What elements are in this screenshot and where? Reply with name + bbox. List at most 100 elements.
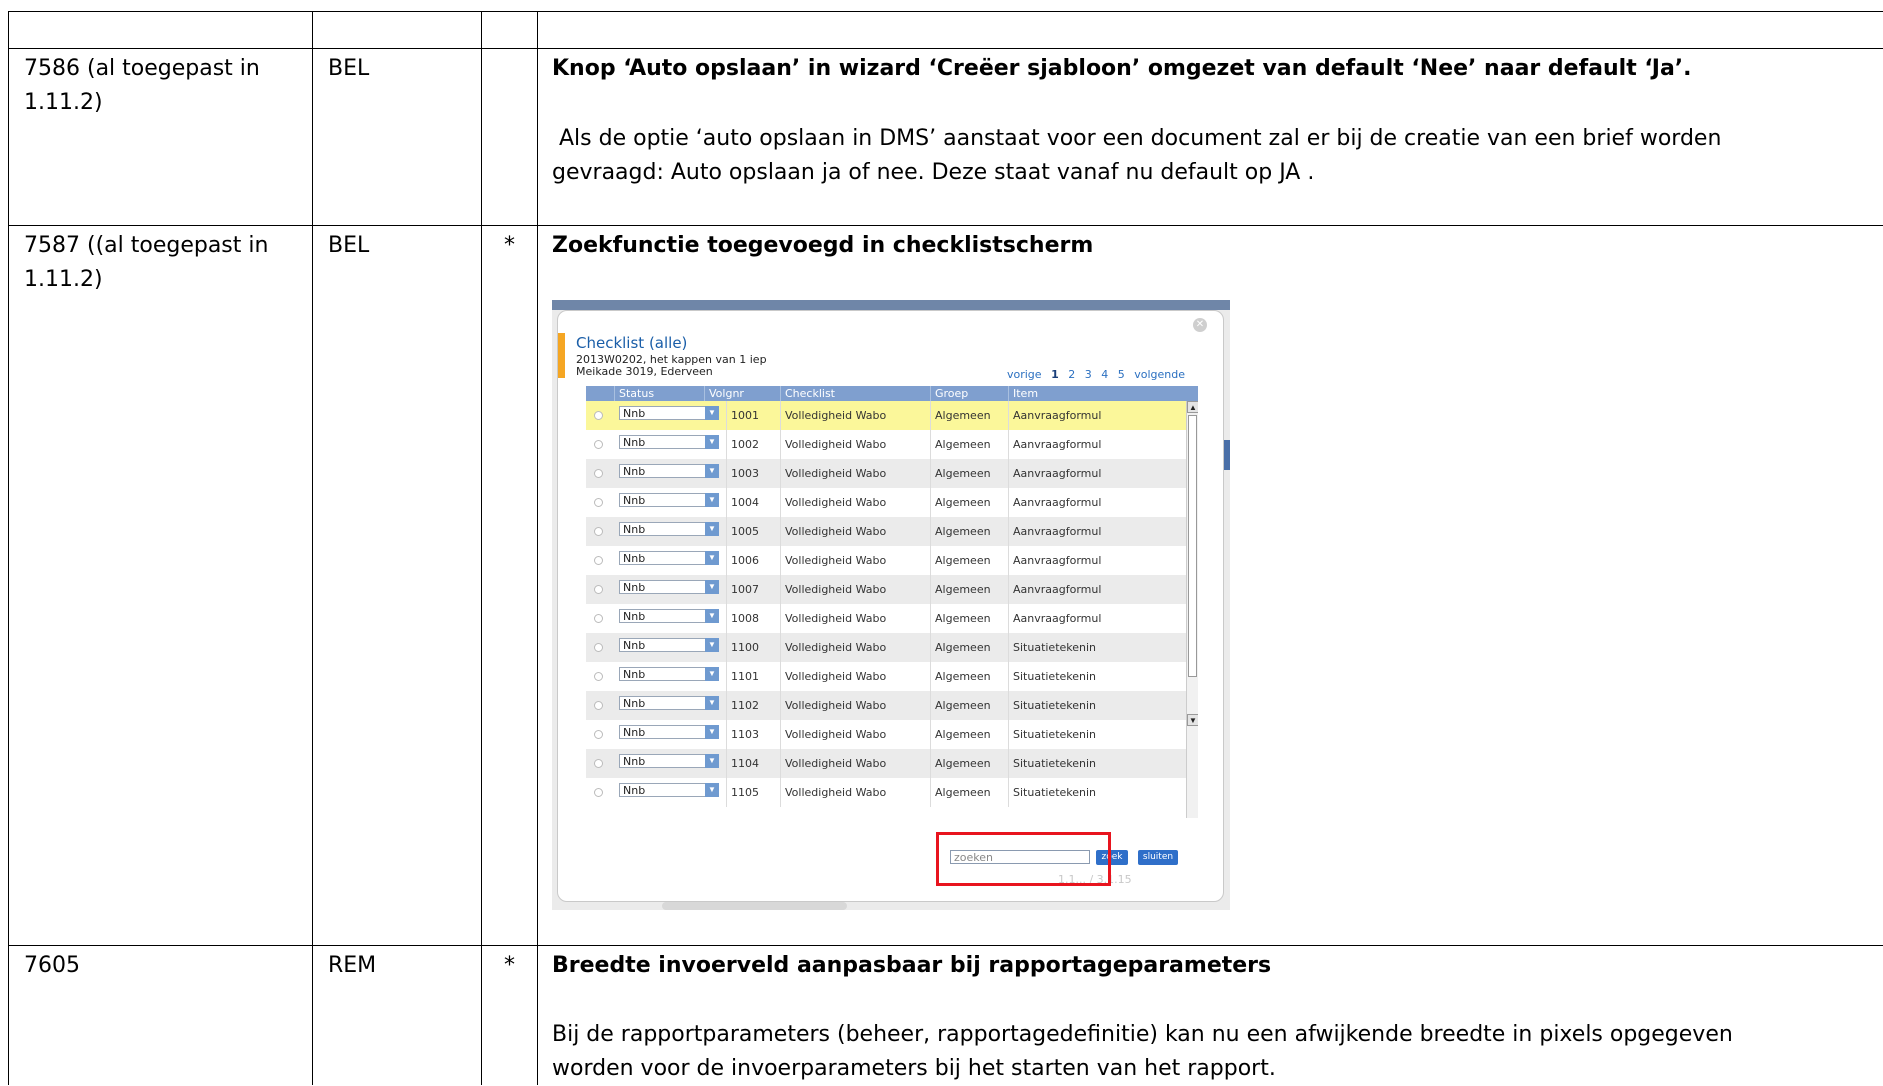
cell-groep: Algemeen	[930, 488, 1008, 517]
row-select-radio[interactable]	[594, 527, 603, 536]
chevron-down-icon[interactable]: ▼	[705, 522, 719, 536]
chevron-down-icon[interactable]: ▼	[705, 493, 719, 507]
table-row[interactable]: Nnb ▼ 1003 Volledigheid Wabo Algemeen Aanvraa…	[586, 459, 1186, 488]
chevron-down-icon[interactable]: ▼	[705, 464, 719, 478]
table-row[interactable]: Nnb ▼ 1007 Volledigheid Wabo Algemeen Aanvraa…	[586, 575, 1186, 604]
table-row[interactable]: Nnb ▼ 1105 Volledigheid Wabo Algemeen Situati…	[586, 778, 1186, 807]
table-top-border	[8, 11, 1883, 12]
table-row[interactable]: Nnb ▼ 1001 Volledigheid Wabo Algemeen Aanvraa…	[586, 401, 1186, 430]
change-description-cont: gevraagd: Auto opslaan ja of nee. Deze s…	[552, 160, 1315, 185]
close-button[interactable]: sluiten	[1138, 850, 1178, 865]
cell-checklist: Volledigheid Wabo	[780, 778, 930, 807]
chevron-down-icon[interactable]: ▼	[705, 667, 719, 681]
status-select[interactable]: Nnb	[619, 638, 715, 652]
status-select[interactable]: Nnb	[619, 580, 715, 594]
status-select[interactable]: Nnb	[619, 609, 715, 623]
column-header-checklist[interactable]: Checklist	[780, 386, 930, 401]
title-accent-bar	[558, 333, 565, 378]
row-divider	[8, 945, 1883, 946]
scroll-down-icon[interactable]: ▼	[1187, 714, 1198, 726]
cell-groep: Algemeen	[930, 546, 1008, 575]
column-divider	[481, 11, 482, 1085]
chevron-down-icon[interactable]: ▼	[705, 754, 719, 768]
table-row[interactable]: Nnb ▼ 1100 Volledigheid Wabo Algemeen Situati…	[586, 633, 1186, 662]
column-header-item[interactable]: Item	[1008, 386, 1186, 401]
row-select-radio[interactable]	[594, 411, 603, 420]
row-select-radio[interactable]	[594, 759, 603, 768]
cell-groep: Algemeen	[930, 459, 1008, 488]
status-select[interactable]: Nnb	[619, 667, 715, 681]
pager-page-3[interactable]: 3	[1085, 368, 1092, 381]
status-select[interactable]: Nnb	[619, 435, 715, 449]
pager-page-4[interactable]: 4	[1101, 368, 1108, 381]
app-topbar	[552, 300, 1230, 310]
taskbar-remnant	[662, 902, 847, 910]
scroll-thumb[interactable]	[1188, 415, 1197, 677]
cell-item: Aanvraagformul	[1008, 604, 1186, 633]
change-title: Knop ‘Auto opslaan’ in wizard ‘Creëer sj…	[552, 56, 1692, 81]
table-row[interactable]: Nnb ▼ 1101 Volledigheid Wabo Algemeen Situati…	[586, 662, 1186, 691]
grid-scrollbar[interactable]: ▲ ▼	[1186, 401, 1198, 818]
row-select-radio[interactable]	[594, 643, 603, 652]
cell-checklist: Volledigheid Wabo	[780, 430, 930, 459]
dialog-subtitle-address: Meikade 3019, Ederveen	[576, 365, 713, 378]
cell-item: Aanvraagformul	[1008, 517, 1186, 546]
table-row[interactable]: Nnb ▼ 1103 Volledigheid Wabo Algemeen Situati…	[586, 720, 1186, 749]
cell-checklist: Volledigheid Wabo	[780, 517, 930, 546]
pager-page-5[interactable]: 5	[1118, 368, 1125, 381]
status-select[interactable]: Nnb	[619, 464, 715, 478]
column-divider	[312, 11, 313, 1085]
cell-checklist: Volledigheid Wabo	[780, 401, 930, 430]
chevron-down-icon[interactable]: ▼	[705, 580, 719, 594]
row-select-radio[interactable]	[594, 556, 603, 565]
cell-groep: Algemeen	[930, 778, 1008, 807]
chevron-down-icon[interactable]: ▼	[705, 435, 719, 449]
row-select-radio[interactable]	[594, 440, 603, 449]
status-select[interactable]: Nnb	[619, 493, 715, 507]
status-select[interactable]: Nnb	[619, 522, 715, 536]
module-code: REM	[328, 953, 377, 978]
pager-next-link[interactable]: volgende	[1134, 368, 1185, 381]
row-select-radio[interactable]	[594, 469, 603, 478]
table-row[interactable]: Nnb ▼ 1006 Volledigheid Wabo Algemeen Aanvraa…	[586, 546, 1186, 575]
pager-prev-link[interactable]: vorige	[1007, 368, 1042, 381]
cell-item: Aanvraagformul	[1008, 459, 1186, 488]
row-select-radio[interactable]	[594, 498, 603, 507]
cell-groep: Algemeen	[930, 401, 1008, 430]
row-select-radio[interactable]	[594, 730, 603, 739]
table-row[interactable]: Nnb ▼ 1004 Volledigheid Wabo Algemeen Aanvraa…	[586, 488, 1186, 517]
cell-checklist: Volledigheid Wabo	[780, 662, 930, 691]
table-row[interactable]: Nnb ▼ 1104 Volledigheid Wabo Algemeen Situati…	[586, 749, 1186, 778]
row-select-radio[interactable]	[594, 585, 603, 594]
pager-page-1[interactable]: 1	[1051, 368, 1059, 381]
chevron-down-icon[interactable]: ▼	[705, 725, 719, 739]
status-select[interactable]: Nnb	[619, 754, 715, 768]
status-select[interactable]: Nnb	[619, 406, 715, 420]
cell-groep: Algemeen	[930, 430, 1008, 459]
row-select-radio[interactable]	[594, 614, 603, 623]
row-select-radio[interactable]	[594, 788, 603, 797]
status-select[interactable]: Nnb	[619, 551, 715, 565]
dialog-title: Checklist (alle)	[576, 334, 688, 352]
status-select[interactable]: Nnb	[619, 783, 715, 797]
cell-item: Situatietekenin	[1008, 662, 1186, 691]
scroll-up-icon[interactable]: ▲	[1187, 401, 1198, 413]
table-row[interactable]: Nnb ▼ 1102 Volledigheid Wabo Algemeen Situati…	[586, 691, 1186, 720]
row-select-radio[interactable]	[594, 701, 603, 710]
table-row[interactable]: Nnb ▼ 1008 Volledigheid Wabo Algemeen Aanvraa…	[586, 604, 1186, 633]
table-row[interactable]: Nnb ▼ 1002 Volledigheid Wabo Algemeen Aanvraa…	[586, 430, 1186, 459]
status-select[interactable]: Nnb	[619, 696, 715, 710]
table-row[interactable]: Nnb ▼ 1005 Volledigheid Wabo Algemeen Aanvraa…	[586, 517, 1186, 546]
chevron-down-icon[interactable]: ▼	[705, 609, 719, 623]
chevron-down-icon[interactable]: ▼	[705, 551, 719, 565]
status-select[interactable]: Nnb	[619, 725, 715, 739]
chevron-down-icon[interactable]: ▼	[705, 406, 719, 420]
chevron-down-icon[interactable]: ▼	[705, 783, 719, 797]
row-select-radio[interactable]	[594, 672, 603, 681]
close-icon[interactable]: ✕	[1193, 318, 1207, 332]
column-header-groep[interactable]: Groep	[930, 386, 1008, 401]
pager-page-2[interactable]: 2	[1068, 368, 1075, 381]
cell-checklist: Volledigheid Wabo	[780, 604, 930, 633]
chevron-down-icon[interactable]: ▼	[705, 638, 719, 652]
chevron-down-icon[interactable]: ▼	[705, 696, 719, 710]
